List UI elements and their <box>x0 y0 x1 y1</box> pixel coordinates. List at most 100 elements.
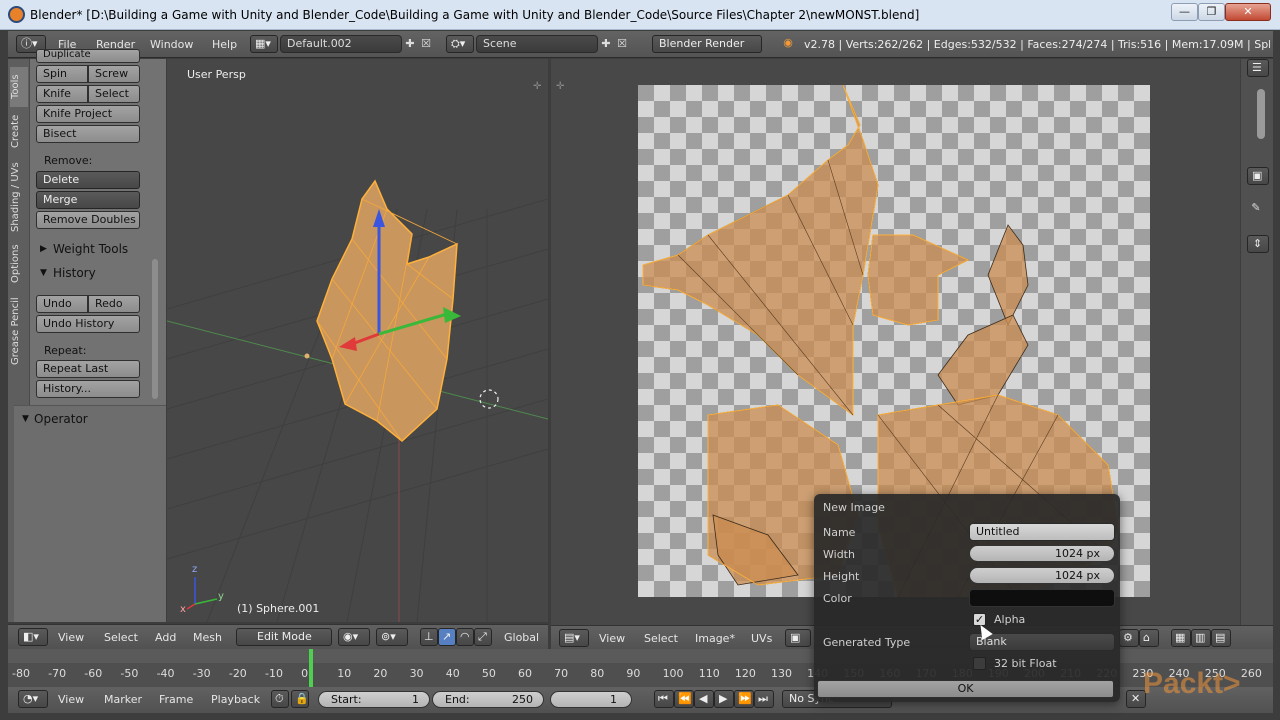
start-frame-field[interactable]: Start: 1 <box>318 691 430 708</box>
3d-viewport[interactable]: User Persp z y x (1) Sphere.001 ✛ <box>167 59 548 622</box>
menu-image[interactable]: Image* <box>695 632 735 645</box>
area-split-icon[interactable]: ✛ <box>556 81 564 92</box>
redo-button[interactable]: Redo <box>88 295 140 313</box>
menu-window[interactable]: Window <box>150 38 193 51</box>
menu-mesh[interactable]: Mesh <box>193 631 222 644</box>
minimize-button[interactable]: — <box>1171 3 1198 21</box>
tab-grease-pencil[interactable]: Grease Pencil <box>10 291 28 371</box>
image-browse-icon[interactable]: ▣ <box>785 629 811 647</box>
undo-button[interactable]: Undo <box>36 295 88 313</box>
knife-project-button[interactable]: Knife Project <box>36 105 140 123</box>
remove-layout-icon[interactable]: ☒ <box>419 37 433 50</box>
operator-header[interactable]: Operator <box>34 412 88 426</box>
menu-select[interactable]: Select <box>104 631 138 644</box>
ok-button[interactable]: OK <box>817 680 1114 698</box>
shading-select-icon[interactable]: ◉▾ <box>338 628 370 646</box>
jump-end-icon[interactable]: ⏭ <box>754 690 774 708</box>
menu-help[interactable]: Help <box>212 38 237 51</box>
scene-icon[interactable]: ⛭▾ <box>446 35 474 53</box>
tab-create[interactable]: Create <box>10 109 28 153</box>
render-engine-select[interactable]: Blender Render <box>652 35 762 53</box>
add-layout-icon[interactable]: ✚ <box>403 37 417 50</box>
remove-scene-icon[interactable]: ☒ <box>615 37 629 50</box>
repeat-last-button[interactable]: Repeat Last <box>36 360 140 378</box>
panel-scrollbar[interactable] <box>152 259 158 399</box>
jump-start-icon[interactable]: ⏮ <box>654 690 674 708</box>
menu-view[interactable]: View <box>58 631 84 644</box>
menu-frame[interactable]: Frame <box>159 693 193 706</box>
merge-menu[interactable]: Merge <box>36 191 140 209</box>
snap-icon[interactable]: ⌂ <box>1139 629 1159 647</box>
menu-playback[interactable]: Playback <box>211 693 260 706</box>
menu-uvs[interactable]: UVs <box>751 632 772 645</box>
translate-icon[interactable]: ↗ <box>438 628 456 646</box>
menu-view[interactable]: View <box>599 632 625 645</box>
scale-icon[interactable]: ⤢ <box>474 628 492 646</box>
close-button[interactable]: ✕ <box>1225 3 1271 21</box>
bisect-button[interactable]: Bisect <box>36 125 140 143</box>
blender-app-icon[interactable] <box>8 6 25 23</box>
menu-marker[interactable]: Marker <box>104 693 142 706</box>
scroll-arrows-icon[interactable]: ⇕ <box>1247 235 1269 253</box>
tab-options[interactable]: Options <box>10 241 28 287</box>
face-mode-icon[interactable]: ▥ <box>1191 629 1211 647</box>
undo-history-button[interactable]: Undo History <box>36 315 140 333</box>
menu-view[interactable]: View <box>58 693 84 706</box>
remove-doubles-button[interactable]: Remove Doubles <box>36 211 140 229</box>
preview-range-icon[interactable]: ⏱ <box>271 690 289 708</box>
editor-type-icon[interactable]: ▤▾ <box>559 629 589 647</box>
weight-tools-header[interactable]: Weight Tools <box>53 242 128 256</box>
island-mode-icon[interactable]: ▤ <box>1211 629 1231 647</box>
end-frame-field[interactable]: End: 250 <box>432 691 544 708</box>
manipulator-icon[interactable]: ⊥ <box>420 628 438 646</box>
sync-icon[interactable]: ▦ <box>1171 629 1191 647</box>
menu-add[interactable]: Add <box>155 631 176 644</box>
rotate-icon[interactable]: ◠ <box>456 628 474 646</box>
tab-tools[interactable]: Tools <box>10 67 28 107</box>
color-label: Color <box>823 592 852 605</box>
collapse-arrow-icon[interactable]: ▼ <box>40 268 47 278</box>
properties-toggle-icon[interactable]: ☰ <box>1247 59 1269 77</box>
properties-scrollbar[interactable] <box>1257 89 1265 139</box>
history-button[interactable]: History... <box>36 380 140 398</box>
mode-select[interactable]: Edit Mode <box>236 628 332 646</box>
lock-icon[interactable]: 🔒 <box>291 690 309 708</box>
generated-type-select[interactable]: Blank <box>969 633 1115 651</box>
height-field[interactable]: 1024 px <box>969 567 1115 584</box>
knife-select-button[interactable]: Select <box>88 85 140 103</box>
expand-arrow-icon[interactable]: ▶ <box>40 244 47 254</box>
pivot-select-icon[interactable]: ⊚▾ <box>376 628 408 646</box>
editor-type-icon[interactable]: ◔▾ <box>18 690 48 708</box>
duplicate-button[interactable]: Duplicate <box>36 49 140 63</box>
screen-layout-icon[interactable]: ▦▾ <box>250 35 278 53</box>
spin-button[interactable]: Spin <box>36 65 88 83</box>
delete-menu[interactable]: Delete <box>36 171 140 189</box>
current-frame-marker[interactable] <box>309 649 313 687</box>
add-scene-icon[interactable]: ✚ <box>599 37 613 50</box>
history-header[interactable]: History <box>53 266 96 280</box>
collapse-arrow-icon[interactable]: ▼ <box>22 414 29 424</box>
current-frame-field[interactable]: 1 <box>550 691 632 708</box>
transform-orientation[interactable]: Global <box>504 631 539 644</box>
play-reverse-icon[interactable]: ◀ <box>694 690 714 708</box>
tab-shading-uvs[interactable]: Shading / UVs <box>10 157 28 237</box>
screen-layout-field[interactable]: Default.002 <box>280 35 402 53</box>
pin-icon[interactable]: ✎ <box>1243 201 1269 214</box>
area-split-icon[interactable]: ✛ <box>533 81 541 92</box>
editor-type-icon[interactable]: ◧▾ <box>18 628 48 646</box>
scene-field[interactable]: Scene <box>476 35 598 53</box>
color-swatch[interactable] <box>969 589 1115 607</box>
width-field[interactable]: 1024 px <box>969 545 1115 562</box>
menu-select[interactable]: Select <box>644 632 678 645</box>
maximize-button[interactable]: ❐ <box>1198 3 1225 21</box>
next-key-icon[interactable]: ⏩ <box>734 690 754 708</box>
render-icon[interactable]: ⚙ <box>1119 629 1139 647</box>
screw-button[interactable]: Screw <box>88 65 140 83</box>
float-checkbox[interactable] <box>973 657 986 670</box>
operator-panel: ▼ Operator <box>14 405 166 622</box>
play-icon[interactable]: ▶ <box>714 690 734 708</box>
tool-icon[interactable]: ▣ <box>1247 167 1269 185</box>
image-name-field[interactable]: Untitled <box>969 523 1115 541</box>
prev-key-icon[interactable]: ⏪ <box>674 690 694 708</box>
knife-button[interactable]: Knife <box>36 85 88 103</box>
